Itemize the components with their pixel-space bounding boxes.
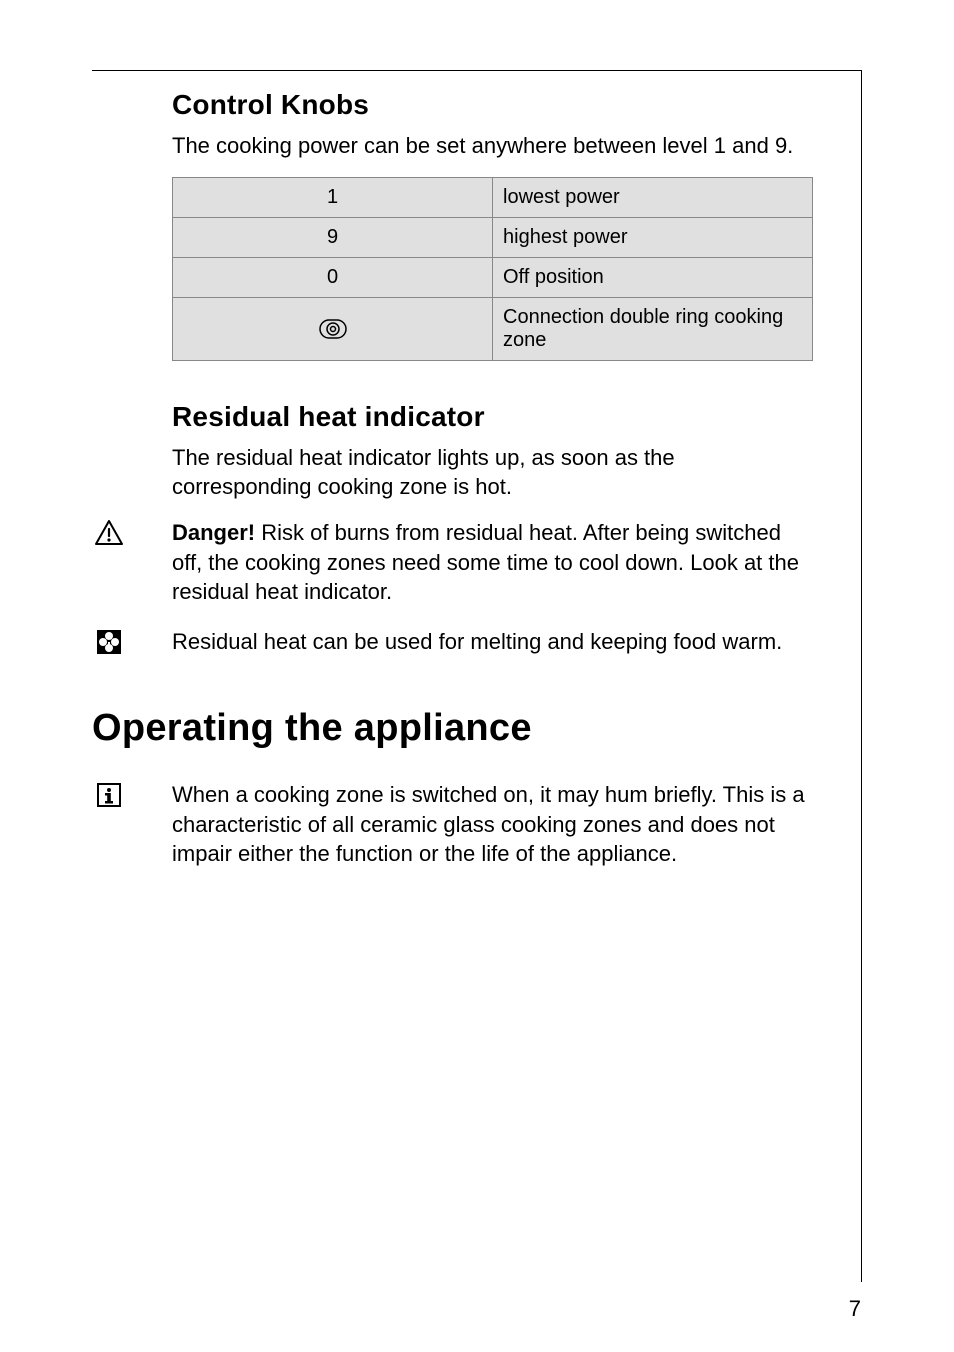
page-number: 7 bbox=[849, 1296, 861, 1322]
table-cell-right: Off position bbox=[493, 257, 813, 297]
residual-heat-title: Residual heat indicator bbox=[172, 401, 813, 433]
page-frame: Control Knobs The cooking power can be s… bbox=[92, 70, 862, 1282]
control-knobs-intro: The cooking power can be set anywhere be… bbox=[172, 131, 813, 161]
table-row: 9 highest power bbox=[173, 217, 813, 257]
table-cell-right: highest power bbox=[493, 217, 813, 257]
knobs-table: 1 lowest power 9 highest power 0 Off pos… bbox=[172, 177, 813, 361]
tip-text: Residual heat can be used for melting an… bbox=[172, 627, 813, 657]
tip-block: Residual heat can be used for melting an… bbox=[172, 627, 813, 657]
double-ring-icon-cell bbox=[173, 297, 493, 360]
danger-text: Danger! Risk of burns from residual heat… bbox=[172, 518, 813, 607]
content-area: Control Knobs The cooking power can be s… bbox=[92, 71, 861, 869]
table-cell-right: lowest power bbox=[493, 177, 813, 217]
table-row: 1 lowest power bbox=[173, 177, 813, 217]
table-row: 0 Off position bbox=[173, 257, 813, 297]
warning-icon bbox=[94, 518, 124, 548]
danger-block: Danger! Risk of burns from residual heat… bbox=[172, 518, 813, 607]
info-text: When a cooking zone is switched on, it m… bbox=[172, 780, 813, 869]
operating-title: Operating the appliance bbox=[92, 707, 813, 750]
clover-icon bbox=[94, 627, 124, 657]
info-icon bbox=[94, 780, 124, 810]
danger-label: Danger! bbox=[172, 520, 255, 545]
double-ring-icon bbox=[319, 319, 347, 339]
info-block: When a cooking zone is switched on, it m… bbox=[172, 780, 813, 869]
control-knobs-title: Control Knobs bbox=[172, 89, 813, 121]
residual-heat-intro: The residual heat indicator lights up, a… bbox=[172, 443, 813, 502]
table-cell-right: Connection double ring cooking zone bbox=[493, 297, 813, 360]
danger-rest: Risk of burns from residual heat. After … bbox=[172, 520, 799, 604]
table-cell-left: 1 bbox=[173, 177, 493, 217]
table-cell-left: 0 bbox=[173, 257, 493, 297]
table-cell-left: 9 bbox=[173, 217, 493, 257]
table-row: Connection double ring cooking zone bbox=[173, 297, 813, 360]
